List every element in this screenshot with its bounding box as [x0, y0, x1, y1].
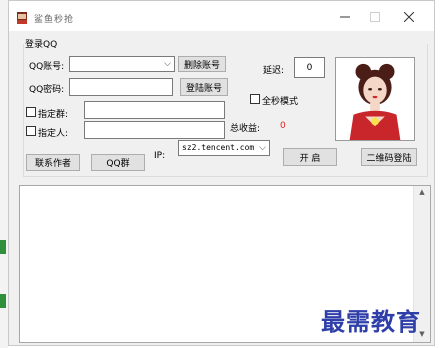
designate-group-field[interactable]	[84, 101, 225, 119]
designate-person-field[interactable]	[84, 121, 225, 139]
app-icon	[17, 12, 27, 24]
close-button[interactable]	[396, 7, 422, 27]
close-icon	[404, 12, 414, 22]
qq-group-button[interactable]: QQ群	[91, 154, 145, 171]
delay-label: 延迟:	[263, 66, 285, 76]
ip-label: IP:	[154, 151, 166, 161]
total-profit-label: 总收益:	[230, 124, 261, 134]
qq-account-combobox[interactable]: ⌵	[69, 56, 175, 72]
login-group-title: 登录QQ	[25, 40, 58, 50]
window-title: 鲨鱼秒抢	[34, 15, 75, 25]
chevron-down-icon: ⌵	[259, 143, 266, 153]
delete-account-button[interactable]: 删除账号	[178, 56, 226, 72]
scroll-up-icon[interactable]: ▲	[414, 188, 430, 196]
contact-author-button[interactable]: 联系作者	[26, 154, 80, 171]
maximize-icon	[370, 12, 380, 22]
full-second-mode-label: 全秒模式	[262, 97, 299, 107]
background-marker	[0, 294, 6, 308]
ip-combobox[interactable]: sz2.tencent.com ⌵	[178, 140, 270, 156]
minimize-icon	[340, 16, 350, 18]
background-marker	[0, 240, 6, 254]
qq-password-field[interactable]	[69, 78, 173, 96]
designate-person-checkbox[interactable]	[26, 126, 36, 136]
app-window: 鲨鱼秒抢 登录QQ QQ账号: ⌵ 删除账号 QQ密码: 登陆账号 延迟: 0 …	[8, 0, 435, 346]
watermark-text: 最需教育	[321, 307, 421, 336]
maximize-button[interactable]	[362, 7, 388, 27]
designate-person-label: 指定人:	[38, 129, 69, 139]
title-bar: 鲨鱼秒抢	[9, 1, 434, 31]
total-profit-value: 0	[280, 121, 286, 131]
full-second-mode-checkbox[interactable]	[250, 94, 260, 104]
qr-login-button[interactable]: 二维码登陆	[361, 148, 417, 166]
chevron-down-icon: ⌵	[164, 59, 171, 69]
designate-group-label: 指定群:	[38, 110, 69, 120]
designate-group-checkbox[interactable]	[26, 107, 36, 117]
author-avatar-image	[335, 57, 415, 141]
ip-value: sz2.tencent.com	[182, 143, 255, 152]
login-account-button[interactable]: 登陆账号	[180, 78, 228, 96]
qq-account-label: QQ账号:	[29, 62, 65, 72]
qq-password-label: QQ密码:	[29, 85, 65, 95]
background-window-strip	[0, 0, 8, 348]
delay-input[interactable]: 0	[294, 57, 325, 78]
start-button[interactable]: 开 启	[283, 148, 337, 166]
minimize-button[interactable]	[332, 7, 358, 27]
